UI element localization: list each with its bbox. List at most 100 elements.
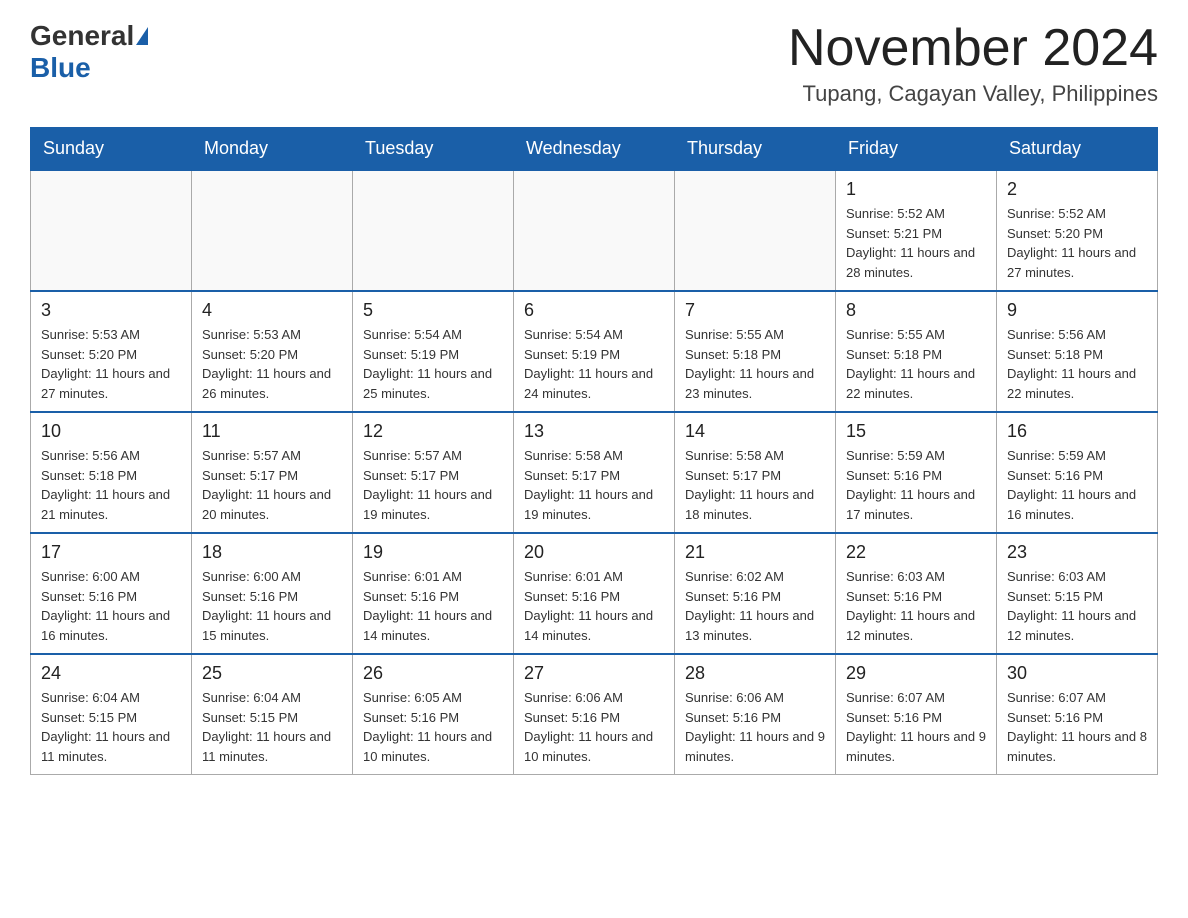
calendar-cell: 9 Sunrise: 5:56 AMSunset: 5:18 PMDaylight… bbox=[997, 291, 1158, 412]
calendar-cell bbox=[353, 170, 514, 291]
calendar-cell: 4Sunrise: 5:53 AMSunset: 5:20 PMDaylight… bbox=[192, 291, 353, 412]
calendar-week-row: 10Sunrise: 5:56 AMSunset: 5:18 PMDayligh… bbox=[31, 412, 1158, 533]
logo-triangle-icon bbox=[136, 27, 148, 45]
day-info: Sunrise: 6:06 AMSunset: 5:16 PMDaylight:… bbox=[524, 688, 664, 766]
day-info: Sunrise: 6:00 AMSunset: 5:16 PMDaylight:… bbox=[202, 567, 342, 645]
day-number: 29 bbox=[846, 663, 986, 684]
calendar-cell bbox=[31, 170, 192, 291]
day-info: Sunrise: 5:56 AMSunset: 5:18 PMDaylight:… bbox=[1007, 325, 1147, 403]
day-info: Sunrise: 5:52 AMSunset: 5:20 PMDaylight:… bbox=[1007, 204, 1147, 282]
calendar-cell: 8 Sunrise: 5:55 AMSunset: 5:18 PMDaylight… bbox=[836, 291, 997, 412]
day-info: Sunrise: 5:54 AMSunset: 5:19 PMDaylight:… bbox=[363, 325, 503, 403]
calendar-cell: 10Sunrise: 5:56 AMSunset: 5:18 PMDayligh… bbox=[31, 412, 192, 533]
day-number: 6 bbox=[524, 300, 664, 321]
location-title: Tupang, Cagayan Valley, Philippines bbox=[788, 81, 1158, 107]
day-info: Sunrise: 6:00 AMSunset: 5:16 PMDaylight:… bbox=[41, 567, 181, 645]
calendar-cell: 19Sunrise: 6:01 AMSunset: 5:16 PMDayligh… bbox=[353, 533, 514, 654]
logo-blue-text: Blue bbox=[30, 52, 91, 84]
month-title: November 2024 bbox=[788, 20, 1158, 77]
calendar-cell: 6 Sunrise: 5:54 AMSunset: 5:19 PMDaylight… bbox=[514, 291, 675, 412]
calendar-cell: 13 Sunrise: 5:58 AMSunset: 5:17 PMDayligh… bbox=[514, 412, 675, 533]
calendar-cell bbox=[675, 170, 836, 291]
calendar-week-row: 24 Sunrise: 6:04 AMSunset: 5:15 PMDayligh… bbox=[31, 654, 1158, 775]
day-number: 17 bbox=[41, 542, 181, 563]
day-number: 11 bbox=[202, 421, 342, 442]
day-number: 9 bbox=[1007, 300, 1147, 321]
day-info: Sunrise: 5:54 AMSunset: 5:19 PMDaylight:… bbox=[524, 325, 664, 403]
calendar-cell: 15 Sunrise: 5:59 AMSunset: 5:16 PMDayligh… bbox=[836, 412, 997, 533]
logo: General Blue bbox=[30, 20, 150, 84]
day-info: Sunrise: 5:59 AMSunset: 5:16 PMDaylight:… bbox=[1007, 446, 1147, 524]
day-info: Sunrise: 6:04 AMSunset: 5:15 PMDaylight:… bbox=[41, 688, 181, 766]
day-number: 1 bbox=[846, 179, 986, 200]
calendar-header-row: SundayMondayTuesdayWednesdayThursdayFrid… bbox=[31, 128, 1158, 171]
day-info: Sunrise: 5:55 AMSunset: 5:18 PMDaylight:… bbox=[685, 325, 825, 403]
calendar-cell: 24 Sunrise: 6:04 AMSunset: 5:15 PMDayligh… bbox=[31, 654, 192, 775]
day-info: Sunrise: 5:52 AMSunset: 5:21 PMDaylight:… bbox=[846, 204, 986, 282]
calendar-cell: 25Sunrise: 6:04 AMSunset: 5:15 PMDayligh… bbox=[192, 654, 353, 775]
day-info: Sunrise: 5:56 AMSunset: 5:18 PMDaylight:… bbox=[41, 446, 181, 524]
day-info: Sunrise: 5:57 AMSunset: 5:17 PMDaylight:… bbox=[363, 446, 503, 524]
calendar-header-sunday: Sunday bbox=[31, 128, 192, 171]
day-number: 14 bbox=[685, 421, 825, 442]
day-number: 7 bbox=[685, 300, 825, 321]
day-number: 8 bbox=[846, 300, 986, 321]
calendar-week-row: 3Sunrise: 5:53 AMSunset: 5:20 PMDaylight… bbox=[31, 291, 1158, 412]
day-number: 19 bbox=[363, 542, 503, 563]
day-info: Sunrise: 5:53 AMSunset: 5:20 PMDaylight:… bbox=[41, 325, 181, 403]
day-number: 20 bbox=[524, 542, 664, 563]
calendar-header-monday: Monday bbox=[192, 128, 353, 171]
title-block: November 2024 Tupang, Cagayan Valley, Ph… bbox=[788, 20, 1158, 107]
day-info: Sunrise: 5:59 AMSunset: 5:16 PMDaylight:… bbox=[846, 446, 986, 524]
day-info: Sunrise: 5:53 AMSunset: 5:20 PMDaylight:… bbox=[202, 325, 342, 403]
day-number: 21 bbox=[685, 542, 825, 563]
calendar-cell bbox=[192, 170, 353, 291]
calendar-cell: 22Sunrise: 6:03 AMSunset: 5:16 PMDayligh… bbox=[836, 533, 997, 654]
calendar-cell: 17 Sunrise: 6:00 AMSunset: 5:16 PMDayligh… bbox=[31, 533, 192, 654]
day-info: Sunrise: 5:55 AMSunset: 5:18 PMDaylight:… bbox=[846, 325, 986, 403]
calendar-cell: 14 Sunrise: 5:58 AMSunset: 5:17 PMDayligh… bbox=[675, 412, 836, 533]
day-number: 24 bbox=[41, 663, 181, 684]
calendar-table: SundayMondayTuesdayWednesdayThursdayFrid… bbox=[30, 127, 1158, 775]
calendar-header-thursday: Thursday bbox=[675, 128, 836, 171]
day-number: 26 bbox=[363, 663, 503, 684]
calendar-header-friday: Friday bbox=[836, 128, 997, 171]
day-info: Sunrise: 6:05 AMSunset: 5:16 PMDaylight:… bbox=[363, 688, 503, 766]
day-number: 12 bbox=[363, 421, 503, 442]
calendar-header-saturday: Saturday bbox=[997, 128, 1158, 171]
day-number: 5 bbox=[363, 300, 503, 321]
day-number: 28 bbox=[685, 663, 825, 684]
day-number: 13 bbox=[524, 421, 664, 442]
calendar-cell: 29Sunrise: 6:07 AMSunset: 5:16 PMDayligh… bbox=[836, 654, 997, 775]
day-info: Sunrise: 6:07 AMSunset: 5:16 PMDaylight:… bbox=[1007, 688, 1147, 766]
calendar-cell: 18Sunrise: 6:00 AMSunset: 5:16 PMDayligh… bbox=[192, 533, 353, 654]
day-info: Sunrise: 6:04 AMSunset: 5:15 PMDaylight:… bbox=[202, 688, 342, 766]
day-number: 27 bbox=[524, 663, 664, 684]
calendar-cell: 23 Sunrise: 6:03 AMSunset: 5:15 PMDayligh… bbox=[997, 533, 1158, 654]
day-info: Sunrise: 5:57 AMSunset: 5:17 PMDaylight:… bbox=[202, 446, 342, 524]
calendar-cell: 11 Sunrise: 5:57 AMSunset: 5:17 PMDayligh… bbox=[192, 412, 353, 533]
calendar-cell: 3Sunrise: 5:53 AMSunset: 5:20 PMDaylight… bbox=[31, 291, 192, 412]
calendar-week-row: 17 Sunrise: 6:00 AMSunset: 5:16 PMDayligh… bbox=[31, 533, 1158, 654]
page-header: General Blue November 2024 Tupang, Cagay… bbox=[30, 20, 1158, 107]
calendar-header-wednesday: Wednesday bbox=[514, 128, 675, 171]
calendar-cell: 20 Sunrise: 6:01 AMSunset: 5:16 PMDayligh… bbox=[514, 533, 675, 654]
day-info: Sunrise: 5:58 AMSunset: 5:17 PMDaylight:… bbox=[524, 446, 664, 524]
calendar-cell: 1 Sunrise: 5:52 AMSunset: 5:21 PMDaylight… bbox=[836, 170, 997, 291]
day-number: 30 bbox=[1007, 663, 1147, 684]
day-number: 15 bbox=[846, 421, 986, 442]
day-number: 23 bbox=[1007, 542, 1147, 563]
calendar-cell: 16Sunrise: 5:59 AMSunset: 5:16 PMDayligh… bbox=[997, 412, 1158, 533]
day-info: Sunrise: 6:06 AMSunset: 5:16 PMDaylight:… bbox=[685, 688, 825, 766]
calendar-cell: 2Sunrise: 5:52 AMSunset: 5:20 PMDaylight… bbox=[997, 170, 1158, 291]
calendar-cell: 28 Sunrise: 6:06 AMSunset: 5:16 PMDayligh… bbox=[675, 654, 836, 775]
day-info: Sunrise: 5:58 AMSunset: 5:17 PMDaylight:… bbox=[685, 446, 825, 524]
calendar-cell: 12 Sunrise: 5:57 AMSunset: 5:17 PMDayligh… bbox=[353, 412, 514, 533]
calendar-cell: 27 Sunrise: 6:06 AMSunset: 5:16 PMDayligh… bbox=[514, 654, 675, 775]
day-info: Sunrise: 6:03 AMSunset: 5:15 PMDaylight:… bbox=[1007, 567, 1147, 645]
day-info: Sunrise: 6:01 AMSunset: 5:16 PMDaylight:… bbox=[524, 567, 664, 645]
calendar-cell: 7 Sunrise: 5:55 AMSunset: 5:18 PMDaylight… bbox=[675, 291, 836, 412]
day-number: 22 bbox=[846, 542, 986, 563]
calendar-cell: 5 Sunrise: 5:54 AMSunset: 5:19 PMDaylight… bbox=[353, 291, 514, 412]
calendar-header-tuesday: Tuesday bbox=[353, 128, 514, 171]
